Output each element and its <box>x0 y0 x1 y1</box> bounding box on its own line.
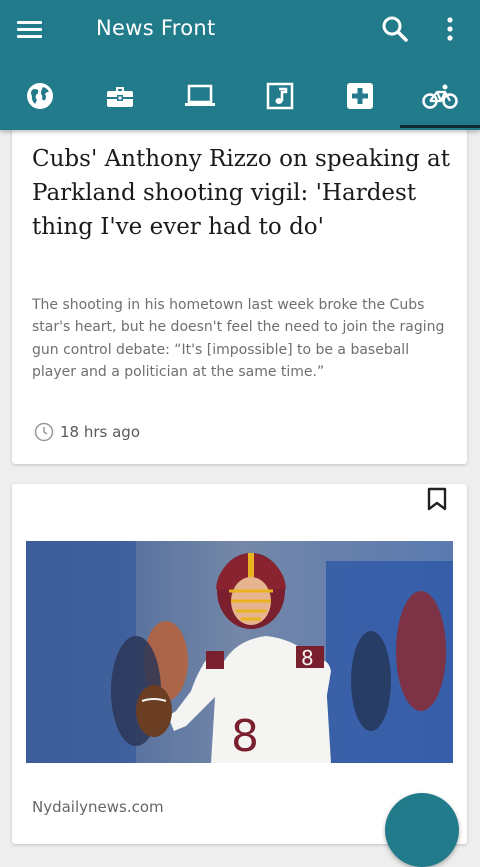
bicycle-icon <box>422 84 458 109</box>
article-image[interactable]: 8 8 <box>26 541 453 763</box>
search-icon[interactable] <box>380 14 410 44</box>
tab-health[interactable] <box>320 62 400 130</box>
top-toolbar: News Front <box>0 0 480 62</box>
laptop-icon <box>185 84 215 106</box>
more-vert-icon[interactable] <box>440 14 460 44</box>
tab-world[interactable] <box>0 62 80 130</box>
article-summary: The shooting in his hometown last week b… <box>32 297 445 380</box>
article-card[interactable]: 8 8 Nydailynews.com <box>12 484 467 844</box>
tab-sports[interactable] <box>400 62 480 130</box>
tab-technology[interactable] <box>160 62 240 130</box>
medical-cross-icon <box>347 83 373 109</box>
clock-icon <box>34 422 54 442</box>
tab-entertainment[interactable] <box>240 62 320 130</box>
globe-icon <box>27 83 53 109</box>
article-source: Nydailynews.com <box>32 798 164 816</box>
tab-business[interactable] <box>80 62 160 130</box>
bookmark-icon[interactable] <box>426 486 448 512</box>
article-card[interactable]: Cubs' Anthony Rizzo on speaking at Parkl… <box>12 120 467 464</box>
article-headline[interactable]: Cubs' Anthony Rizzo on speaking at Parkl… <box>32 142 452 244</box>
app-title: News Front <box>96 16 216 40</box>
svg-text:8: 8 <box>301 646 314 670</box>
category-tabs <box>0 62 480 130</box>
timestamp-text: 18 hrs ago <box>60 423 141 441</box>
svg-text:8: 8 <box>231 711 259 762</box>
music-note-icon <box>266 82 294 110</box>
article-timestamp: 18 hrs ago <box>34 422 140 442</box>
app-bar: News Front <box>0 0 480 130</box>
floating-action-button[interactable] <box>385 793 459 867</box>
briefcase-icon <box>107 87 133 107</box>
menu-icon[interactable] <box>14 16 44 44</box>
selected-tab-indicator <box>400 125 480 128</box>
